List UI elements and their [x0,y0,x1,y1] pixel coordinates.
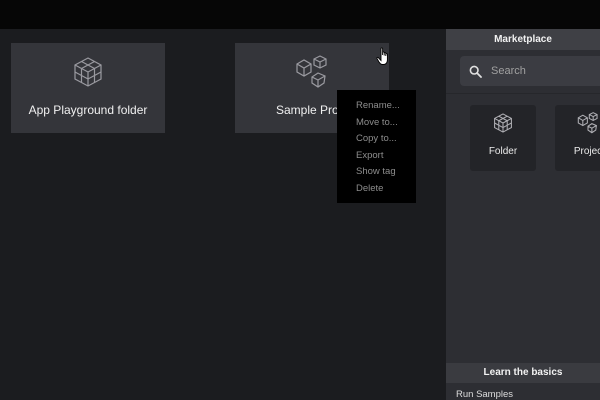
divider [446,93,600,94]
menu-item-rename[interactable]: Rename... [337,98,416,115]
learn-item-run-samples[interactable]: Run Samples [456,389,513,400]
search-icon [469,65,482,78]
marketplace-panel: Marketplace Folder Projec [446,29,600,400]
workspace: App Playground folder Sample Proje Renam… [0,29,446,400]
menu-item-move-to[interactable]: Move to... [337,115,416,132]
tile-label: App Playground folder [28,103,148,117]
marketplace-card-folder[interactable]: Folder [470,105,536,171]
card-label: Folder [488,146,518,157]
menu-item-show-tag[interactable]: Show tag [337,164,416,181]
marketplace-card-project[interactable]: Projec [555,105,600,171]
hand-pointer-icon [376,47,388,65]
menu-item-copy-to[interactable]: Copy to... [337,131,416,148]
menu-item-export[interactable]: Export [337,148,416,165]
learn-basics-header: Learn the basics [446,363,600,383]
context-menu: Rename... Move to... Copy to... Export S… [337,90,416,203]
top-bar [0,0,600,29]
cubes-icon [296,55,327,88]
tile-app-playground-folder[interactable]: App Playground folder [11,43,165,133]
card-label: Projec [573,146,600,157]
marketplace-header: Marketplace [446,29,600,50]
menu-item-delete[interactable]: Delete [337,181,416,198]
cube-grid-icon [494,113,512,133]
cubes-icon [577,112,598,134]
cube-grid-icon [74,57,102,87]
search-input[interactable] [491,65,600,77]
search-box[interactable] [460,56,600,86]
